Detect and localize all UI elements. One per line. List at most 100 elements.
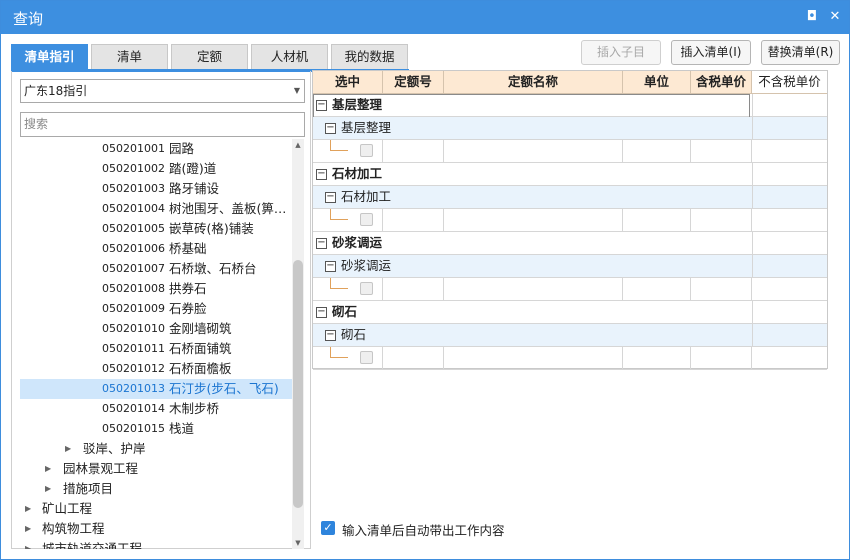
grid-cell[interactable] (444, 140, 623, 162)
tab-my-data[interactable]: 我的数据 (331, 44, 408, 70)
grid-cell[interactable] (313, 347, 383, 369)
subgroup-title: 石材加工 (341, 189, 392, 204)
tree-item[interactable]: 050201012 石桥面檐板 (20, 359, 292, 379)
grid-cell[interactable] (623, 347, 691, 369)
chevron-right-icon[interactable]: ▶ (25, 539, 31, 549)
chevron-right-icon[interactable]: ▶ (65, 439, 71, 459)
item-code: 050201010 (102, 322, 165, 335)
grid-cell[interactable] (313, 209, 383, 231)
close-icon[interactable]: ✕ (827, 9, 843, 25)
grid-cell[interactable] (444, 209, 623, 231)
tree-item[interactable]: 050201014 木制步桥 (20, 399, 292, 419)
chevron-right-icon[interactable]: ▶ (25, 519, 31, 539)
insert-child-button[interactable]: 插入子目 (581, 40, 661, 65)
col-header-quota-no[interactable]: 定额号 (383, 71, 444, 94)
grid-cell[interactable] (313, 278, 383, 300)
collapse-icon[interactable]: − (325, 261, 336, 272)
grid-cell[interactable] (444, 278, 623, 300)
collapse-icon[interactable]: − (325, 192, 336, 203)
scroll-down-icon[interactable]: ▼ (292, 537, 304, 549)
chevron-right-icon[interactable]: ▶ (25, 499, 31, 519)
grid-cell[interactable] (313, 140, 383, 162)
grid-cell[interactable] (383, 278, 444, 300)
tree-folder[interactable]: ▶ 矿山工程 (20, 499, 292, 519)
restore-icon[interactable]: ◘ (804, 9, 820, 25)
tree-item[interactable]: 050201006 桥基础 (20, 239, 292, 259)
tree-folder[interactable]: ▶ 构筑物工程 (20, 519, 292, 539)
insert-list-button[interactable]: 插入清单(I) (671, 40, 751, 65)
group-row[interactable]: − 基层整理 (313, 94, 827, 117)
item-name: 石券脸 (169, 301, 207, 316)
chevron-right-icon[interactable]: ▶ (45, 459, 51, 479)
subgroup-row[interactable]: − 基层整理 (313, 117, 827, 140)
grid-cell[interactable] (691, 209, 752, 231)
quota-row[interactable] (313, 140, 827, 163)
subgroup-row[interactable]: − 砌石 (313, 324, 827, 347)
col-header-tax-price[interactable]: 含税单价 (691, 71, 752, 94)
collapse-icon[interactable]: − (325, 123, 336, 134)
tree-folder[interactable]: ▶ 城市轨道交通工程 (20, 539, 292, 549)
auto-output-label[interactable]: 输入清单后自动带出工作内容 (342, 520, 505, 539)
tree-folder[interactable]: ▶ 措施项目 (20, 479, 292, 499)
quota-row[interactable] (313, 209, 827, 232)
tree-item[interactable]: 050201011 石桥面铺筑 (20, 339, 292, 359)
subgroup-row[interactable]: − 石材加工 (313, 186, 827, 209)
tree-item[interactable]: 050201004 树池围牙、盖板(箅… (20, 199, 292, 219)
folder-label: 驳岸、护岸 (83, 441, 146, 456)
chevron-down-icon[interactable]: ▼ (294, 80, 300, 102)
group-row[interactable]: − 砂浆调运 (313, 232, 827, 255)
scroll-up-icon[interactable]: ▲ (292, 139, 304, 151)
quota-row[interactable] (313, 278, 827, 301)
col-header-nontax-price[interactable]: 不含税单价 (752, 71, 827, 94)
grid-cell[interactable] (623, 278, 691, 300)
tree-item[interactable]: 050201009 石券脸 (20, 299, 292, 319)
collapse-icon[interactable]: − (316, 100, 327, 111)
grid-cell (752, 301, 753, 323)
subgroup-row[interactable]: − 砂浆调运 (313, 255, 827, 278)
tree-item[interactable]: 050201007 石桥墩、石桥台 (20, 259, 292, 279)
grid-cell[interactable] (383, 347, 444, 369)
tree-item[interactable]: 050201001 园路 (20, 139, 292, 159)
tree-folder[interactable]: ▶ 驳岸、护岸 (20, 439, 292, 459)
tree-item[interactable]: 050201015 栈道 (20, 419, 292, 439)
tab-list-guide[interactable]: 清单指引 (11, 44, 88, 70)
item-name: 嵌草砖(格)铺装 (169, 221, 254, 236)
tab-labor-material-machine[interactable]: 人材机 (251, 44, 328, 70)
scroll-thumb[interactable] (293, 260, 303, 508)
col-header-select[interactable]: 选中 (313, 71, 383, 94)
grid-cell[interactable] (444, 347, 623, 369)
search-input[interactable]: 搜索 (20, 112, 305, 137)
grid-cell[interactable] (691, 278, 752, 300)
tree-item-selected[interactable]: 050201013 石汀步(步石、飞石) (20, 379, 292, 399)
collapse-icon[interactable]: − (325, 330, 336, 341)
col-header-unit[interactable]: 单位 (623, 71, 691, 94)
tree-item[interactable]: 050201002 踏(蹬)道 (20, 159, 292, 179)
tree-item[interactable]: 050201005 嵌草砖(格)铺装 (20, 219, 292, 239)
tree-item[interactable]: 050201003 路牙铺设 (20, 179, 292, 199)
auto-output-checkbox[interactable]: ✓ (321, 521, 335, 535)
replace-list-button[interactable]: 替换清单(R) (761, 40, 840, 65)
quota-row[interactable] (313, 347, 827, 370)
chevron-right-icon[interactable]: ▶ (45, 479, 51, 499)
grid-cell[interactable] (383, 140, 444, 162)
tab-list[interactable]: 清单 (91, 44, 168, 70)
grid-cell[interactable] (691, 347, 752, 369)
tree-item[interactable]: 050201008 拱券石 (20, 279, 292, 299)
tab-quota[interactable]: 定额 (171, 44, 248, 70)
guide-select[interactable]: 广东18指引 ▼ (20, 79, 305, 103)
item-code: 050201014 (102, 402, 165, 415)
collapse-icon[interactable]: − (316, 169, 327, 180)
col-header-quota-name[interactable]: 定额名称 (444, 71, 623, 94)
item-name: 拱券石 (169, 281, 207, 296)
tree-scrollbar[interactable]: ▲ ▼ (292, 139, 304, 549)
grid-cell[interactable] (623, 209, 691, 231)
grid-cell[interactable] (623, 140, 691, 162)
group-row[interactable]: − 石材加工 (313, 163, 827, 186)
collapse-icon[interactable]: − (316, 238, 327, 249)
group-row[interactable]: − 砌石 (313, 301, 827, 324)
collapse-icon[interactable]: − (316, 307, 327, 318)
tree-item[interactable]: 050201010 金刚墙砌筑 (20, 319, 292, 339)
grid-cell[interactable] (691, 140, 752, 162)
grid-cell[interactable] (383, 209, 444, 231)
tree-folder[interactable]: ▶ 园林景观工程 (20, 459, 292, 479)
